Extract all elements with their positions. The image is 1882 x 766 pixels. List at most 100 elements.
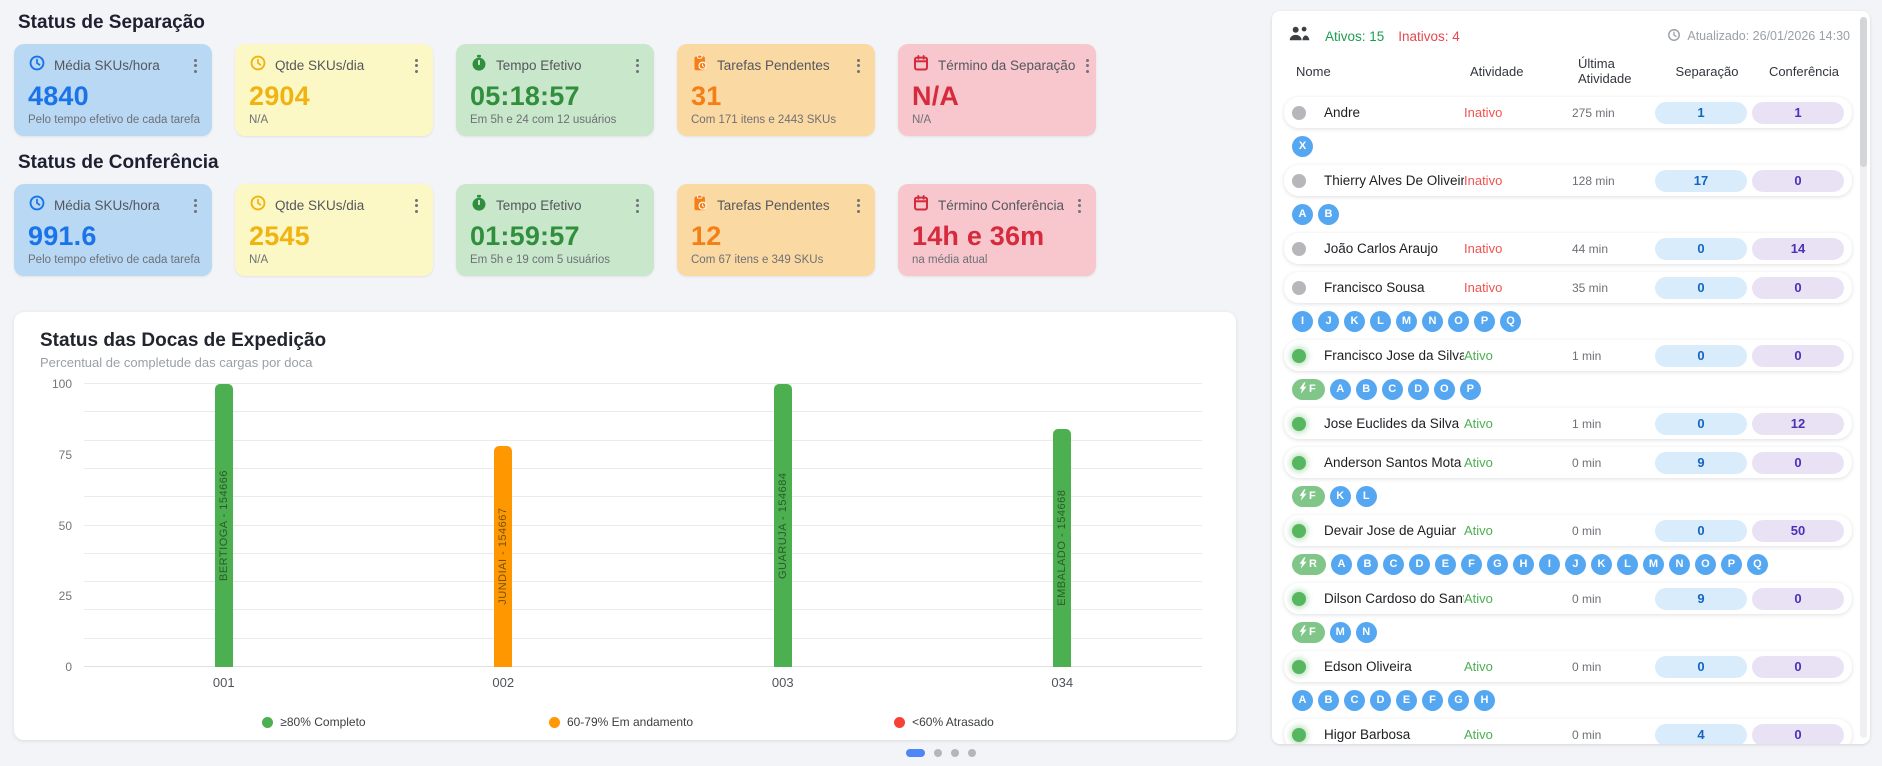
kpi-card-title: Tarefas Pendentes <box>717 58 830 73</box>
table-row[interactable]: Devair Jose de Aguiar Ativo 0 min 0 50 <box>1284 514 1852 546</box>
column-header-atividade: Atividade <box>1470 64 1524 80</box>
separacao-cell: 1 <box>1652 101 1750 124</box>
kpi-card-title: Tempo Efetivo <box>496 58 582 73</box>
conferencia-count-pill: 0 <box>1752 451 1844 474</box>
kpi-card-title: Média SKUs/hora <box>54 198 160 213</box>
scrollbar-thumb[interactable] <box>1860 17 1867 167</box>
zone-badge: M <box>1642 553 1664 575</box>
table-row[interactable]: Dilson Cardoso do SantosAtivo 0 min 90 <box>1284 582 1852 614</box>
kebab-menu-icon[interactable] <box>854 56 863 76</box>
user-zone-badges: AB <box>1292 203 1852 225</box>
legend-dot <box>262 716 274 728</box>
user-name: Edson Oliveira <box>1324 659 1412 675</box>
x-axis-tick-label: 001 <box>212 675 235 690</box>
users-table-body: Andre Inativo 275 min 1 1 X Thierry Alves De O… <box>1284 96 1852 744</box>
clock-icon <box>249 194 267 217</box>
chart-subtitle: Percentual de completude das cargas por … <box>40 355 313 370</box>
kebab-menu-icon[interactable] <box>633 196 642 216</box>
zone-badge: I <box>1538 553 1560 575</box>
zone-badge: O <box>1694 553 1716 575</box>
user-zone-badges: IJKLMNOPQ <box>1292 310 1852 332</box>
user-zone-badges: RABCDEFGHIJKLMNOPQ <box>1292 553 1852 575</box>
table-row[interactable]: Edson Oliveira Ativo 0 min 0 0 <box>1284 650 1852 682</box>
kpi-card-subtitle: N/A <box>249 114 269 126</box>
kebab-menu-icon[interactable] <box>412 196 421 216</box>
user-name: Anderson Santos Mota <box>1324 455 1462 471</box>
table-row[interactable]: Francisco Sousa Inativo 35 min 0 0 <box>1284 271 1852 303</box>
chart-gridline <box>84 439 1202 441</box>
kpi-card-title: Tarefas Pendentes <box>717 198 830 213</box>
kpi-sections: Status de Separação Média SKUs/hora 4840 Pe… <box>14 12 1236 276</box>
kebab-menu-icon[interactable] <box>1075 196 1084 216</box>
pagination-dot-1[interactable] <box>906 749 925 757</box>
kpi-card-header: Término da Separação <box>912 54 1090 77</box>
table-row[interactable]: João Carlos Araujo Inativo 44 min 0 14 <box>1284 232 1852 264</box>
zone-badge: J <box>1564 553 1586 575</box>
chart-bar-003[interactable]: GUARUJA - 154684 <box>773 384 792 667</box>
kpi-card-title: Tempo Efetivo <box>496 198 582 213</box>
user-activity-status: Ativo <box>1464 416 1493 432</box>
kebab-menu-icon[interactable] <box>633 56 642 76</box>
chart-bar-002[interactable]: JUNDIAI - 154667 <box>494 446 513 667</box>
chart-gridline <box>84 383 1202 384</box>
zone-badge: E <box>1434 553 1456 575</box>
legend-label: 60-79% Em andamento <box>566 715 694 729</box>
user-activity-status: Ativo <box>1464 523 1493 539</box>
user-last-activity: 128 min <box>1572 173 1615 188</box>
separacao-cell: 9 <box>1652 587 1750 610</box>
separacao-count-pill: 0 <box>1655 412 1747 435</box>
legend-dot <box>894 716 906 728</box>
user-activity-status: Ativo <box>1464 455 1493 471</box>
user-activity-status: Ativo <box>1464 659 1493 675</box>
status-dot-active <box>1292 727 1306 742</box>
kebab-menu-icon[interactable] <box>1083 56 1092 76</box>
table-row[interactable]: Andre Inativo 275 min 1 1 <box>1284 96 1852 128</box>
kpi-card-header: Tarefas Pendentes <box>691 54 863 77</box>
table-row[interactable]: Francisco Jose da Silva Ativo 1 min 0 0 <box>1284 339 1852 371</box>
kebab-menu-icon[interactable] <box>854 196 863 216</box>
chart-gridline <box>84 496 1202 498</box>
chart-bar-001[interactable]: BERTIOGA - 154666 <box>214 384 233 667</box>
kpi-card-subtitle: na média atual <box>912 254 988 266</box>
pagination-dot-2[interactable] <box>934 749 942 757</box>
pagination-dot-4[interactable] <box>968 749 976 757</box>
conferencia-cell: 0 <box>1750 723 1846 744</box>
kebab-menu-icon[interactable] <box>412 56 421 76</box>
table-row[interactable]: Anderson Santos Mota Ativo 0 min 9 0 <box>1284 446 1852 478</box>
y-axis-tick-label: 0 <box>65 660 72 674</box>
separacao-cell: 9 <box>1652 451 1750 474</box>
pagination-dot-3[interactable] <box>951 749 959 757</box>
clock-icon <box>249 54 267 77</box>
conferencia-cell: 0 <box>1750 169 1846 192</box>
panel-scrollbar[interactable] <box>1860 17 1867 738</box>
zone-badge: G <box>1486 553 1508 575</box>
kpi-card-qtde-skus-dia: Qtde SKUs/dia 2545 N/A <box>235 184 433 276</box>
status-dot-inactive <box>1292 241 1306 256</box>
y-axis-tick-label: 100 <box>51 377 72 391</box>
stopwatch-icon <box>470 194 488 217</box>
zone-badge: K <box>1344 310 1365 332</box>
zone-badge: D <box>1370 689 1391 711</box>
zone-badge: X <box>1292 135 1313 157</box>
kpi-card-tarefas-pendentes: Tarefas Pendentes 31 Com 171 itens e 2443 … <box>677 44 875 136</box>
kebab-menu-icon[interactable] <box>191 56 200 76</box>
legend-label: ≥80% Completo <box>280 715 366 729</box>
clock-icon <box>1667 28 1681 45</box>
table-row[interactable]: Higor Barbosa Ativo 0 min 4 0 <box>1284 718 1852 744</box>
bar-label: JUNDIAI - 154667 <box>497 508 510 606</box>
table-row[interactable]: Thierry Alves De Oliveira SantosInativo 1… <box>1284 164 1852 196</box>
zone-badge: A <box>1330 553 1352 575</box>
bar-label: GUARUJA - 154684 <box>776 472 789 579</box>
conferencia-cell: 0 <box>1750 344 1846 367</box>
legend-label: <60% Atrasado <box>912 715 994 729</box>
status-dot-active <box>1292 455 1306 470</box>
zone-badge: E <box>1396 689 1417 711</box>
legend-item: <60% Atrasado <box>894 715 994 729</box>
kebab-menu-icon[interactable] <box>191 196 200 216</box>
kpi-card-title: Término da Separação <box>938 58 1076 73</box>
chart-bar-034[interactable]: EMBALADO - 154668 <box>1053 429 1072 667</box>
bar-label: EMBALADO - 154668 <box>1056 490 1069 607</box>
chart-legend: ≥80% Completo 60-79% Em andamento <60% Atr… <box>40 715 1210 741</box>
table-row[interactable]: Jose Euclides da Silva MeloAtivo 1 min 012 <box>1284 407 1852 439</box>
bar-chart-plot: 0 25 50 75 100 BERTIOGA - 154666 001 JUNDIAI - … <box>52 377 1202 690</box>
